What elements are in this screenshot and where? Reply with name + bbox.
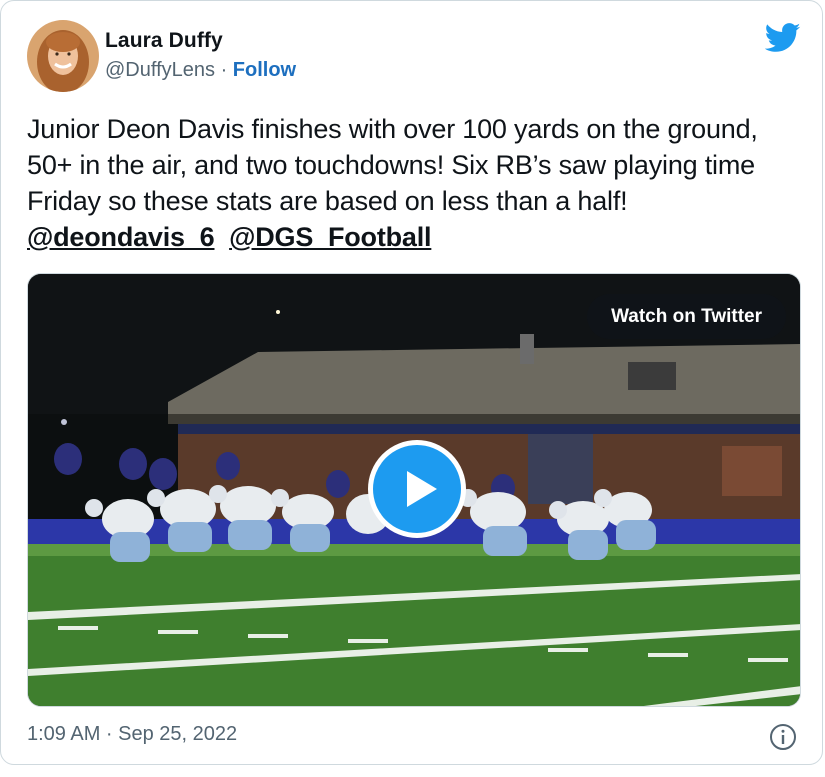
avatar[interactable]	[27, 20, 99, 92]
tweet-card: Laura Duffy @DuffyLens · Follow Junior D…	[0, 0, 823, 765]
tweet-body: Junior Deon Davis finishes with over 100…	[27, 114, 758, 216]
mention-dgs-football[interactable]: @DGS_Football	[229, 222, 431, 252]
video-media[interactable]: Watch on Twitter	[27, 273, 801, 707]
author-handle-row: @DuffyLens · Follow	[105, 59, 296, 82]
info-icon[interactable]	[769, 723, 797, 751]
tweet-timestamp[interactable]: 1:09 AM · Sep 25, 2022	[27, 723, 237, 746]
author-handle[interactable]: @DuffyLens	[105, 59, 215, 81]
tweet-text: Junior Deon Davis finishes with over 100…	[27, 111, 802, 255]
play-icon[interactable]	[368, 440, 466, 538]
watch-on-twitter-button[interactable]: Watch on Twitter	[587, 294, 786, 339]
follow-button[interactable]: Follow	[233, 59, 296, 81]
twitter-bird-icon[interactable]	[764, 23, 801, 53]
mention-deondavis[interactable]: @deondavis_6	[27, 222, 215, 252]
author-name[interactable]: Laura Duffy	[105, 29, 223, 53]
separator: ·	[220, 59, 228, 81]
